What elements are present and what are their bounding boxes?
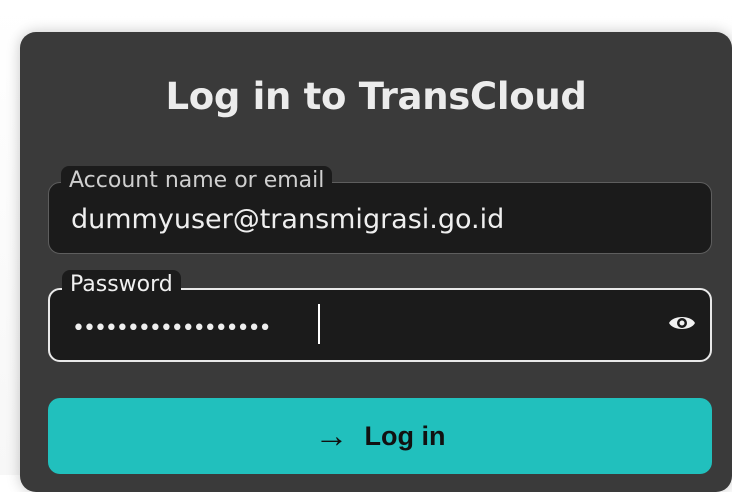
text-caret — [318, 304, 320, 344]
account-field-value[interactable]: dummyuser@transmigrasi.go.id — [71, 203, 504, 237]
log-in-button[interactable]: → Log in — [48, 398, 712, 474]
arrow-right-icon: → — [314, 417, 349, 455]
account-field-label: Account name or email — [61, 166, 333, 196]
eye-icon[interactable] — [668, 312, 696, 334]
password-field[interactable]: Password •••••••••••••••••• — [48, 270, 712, 362]
password-field-label: Password — [62, 270, 181, 300]
password-field-value[interactable]: •••••••••••••••••• — [72, 312, 272, 346]
account-name-or-email-field[interactable]: Account name or email dummyuser@transmig… — [48, 166, 712, 254]
page-title: Log in to TransCloud — [165, 75, 587, 118]
login-card: Log in to TransCloud Account name or ema… — [20, 32, 732, 492]
log-in-button-label: Log in — [364, 420, 446, 451]
